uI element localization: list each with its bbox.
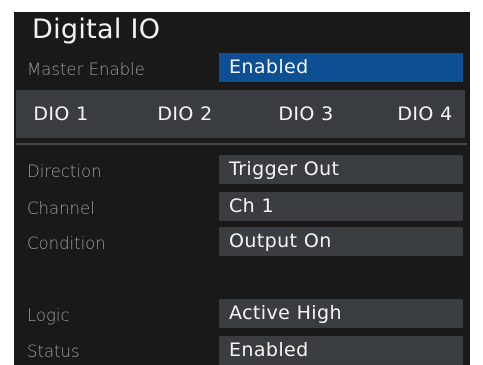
logic-field[interactable]: Active High (219, 299, 463, 328)
condition-label: Condition (27, 234, 106, 253)
digital-io-panel: Digital IO Master Enable Enabled DIO 1 D… (14, 12, 470, 365)
status-field[interactable]: Enabled (219, 336, 463, 365)
tab-dio-2[interactable]: DIO 2 (140, 90, 230, 138)
tab-dio-1[interactable]: DIO 1 (16, 90, 106, 138)
master-enable-field[interactable]: Enabled (219, 53, 463, 82)
direction-label: Direction (27, 162, 102, 181)
tab-dio-3[interactable]: DIO 3 (261, 90, 351, 138)
channel-label: Channel (27, 199, 95, 218)
screen: Digital IO Master Enable Enabled DIO 1 D… (0, 0, 483, 365)
master-enable-label: Master Enable (27, 60, 145, 79)
divider (16, 143, 467, 145)
page-title: Digital IO (32, 14, 161, 45)
direction-field[interactable]: Trigger Out (219, 155, 463, 184)
logic-label: Logic (27, 306, 70, 325)
status-label: Status (27, 342, 80, 361)
dio-tab-bar: DIO 1 DIO 2 DIO 3 DIO 4 (16, 90, 465, 138)
condition-field[interactable]: Output On (219, 227, 463, 256)
channel-field[interactable]: Ch 1 (219, 192, 463, 221)
tab-dio-4[interactable]: DIO 4 (380, 90, 470, 138)
